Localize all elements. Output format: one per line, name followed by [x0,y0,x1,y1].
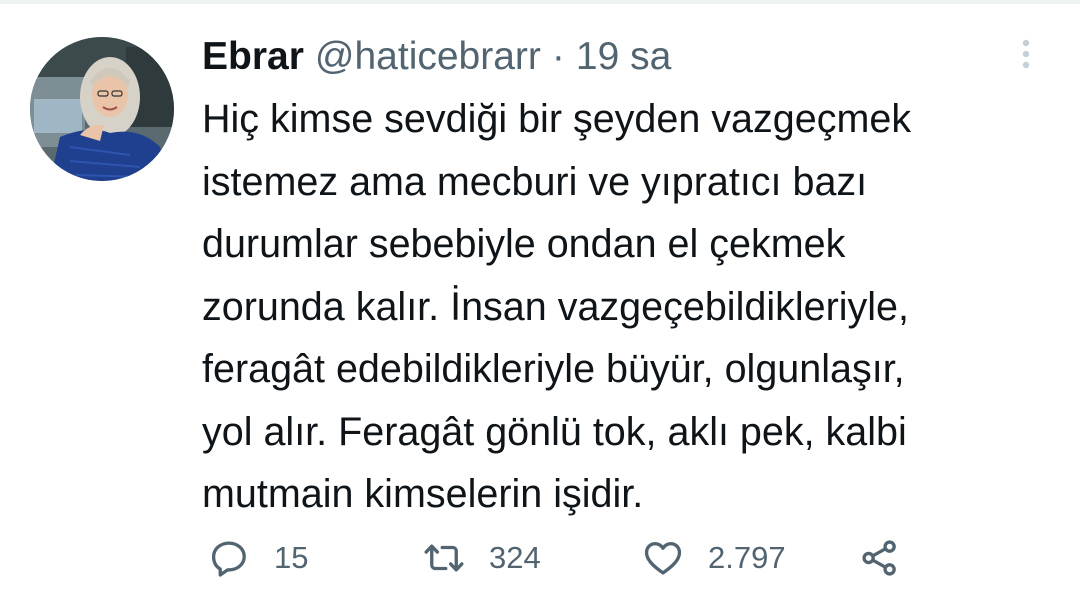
reply-button[interactable]: 15 [208,533,308,583]
avatar-image [30,37,174,181]
retweet-button[interactable]: 324 [423,533,541,583]
tweet-timestamp[interactable]: 19 sa [576,32,671,82]
more-options-button[interactable] [1008,36,1044,72]
tweet-text: Hiç kimse sevdiği bir şeyden vazgeçmek i… [202,97,912,516]
reply-count: 15 [274,540,309,575]
share-icon [862,540,896,576]
more-vertical-icon [1022,39,1030,69]
header-separator: · [551,35,565,78]
like-button[interactable]: 2.797 [642,533,786,583]
tweet-header: Ebrar @haticebrarr · 19 sa [202,32,671,82]
avatar[interactable] [30,37,174,181]
author-display-name[interactable]: Ebrar [202,32,304,82]
tweet[interactable]: Ebrar @haticebrarr · 19 sa Hiç kimse sev… [0,0,1080,600]
reply-icon [211,541,246,577]
tweet-actions: 15 324 2.797 [202,533,1062,583]
retweet-icon [424,544,464,572]
share-button[interactable] [859,533,901,583]
author-handle[interactable]: @haticebrarr [315,32,541,82]
heart-icon [644,541,682,575]
retweet-count: 324 [489,540,541,575]
like-count: 2.797 [708,540,786,575]
